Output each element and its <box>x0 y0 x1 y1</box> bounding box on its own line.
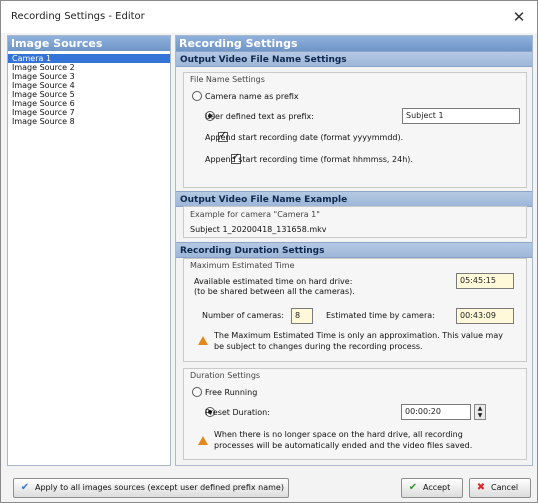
title-bar: Recording Settings - Editor ✕ <box>1 1 537 33</box>
preset-duration-input[interactable]: 00:00:20 <box>401 404 471 420</box>
cancel-button[interactable]: ✖ Cancel <box>469 478 531 498</box>
image-source-item[interactable]: Image Source 3 <box>8 72 170 81</box>
warning-icon <box>198 436 208 445</box>
accept-label: Accept <box>423 483 451 492</box>
camera-name-prefix-radio[interactable] <box>192 91 202 101</box>
close-icon[interactable]: ✕ <box>509 7 529 27</box>
preset-duration-spinner[interactable]: ▲ ▼ <box>474 404 486 420</box>
max-estimated-time-group: Maximum Estimated Time Available estimat… <box>183 258 527 362</box>
image-sources-list: Camera 1 Image Source 2 Image Source 3 Imag… <box>8 51 170 126</box>
apply-to-all-button[interactable]: ✔ Apply to all images sources (except use… <box>13 478 289 498</box>
apply-check-icon: ✔ <box>20 482 30 493</box>
warning-icon <box>198 336 208 345</box>
available-time-sublabel: (to be shared between all the cameras). <box>194 287 355 296</box>
estimate-note-line1: The Maximum Estimated Time is only an ap… <box>214 331 503 340</box>
num-cameras-label: Number of cameras: <box>202 311 285 320</box>
image-source-item[interactable]: Image Source 2 <box>8 63 170 72</box>
max-estimated-time-title: Maximum Estimated Time <box>190 261 295 270</box>
recording-settings-window: Recording Settings - Editor ✕ Image Sour… <box>0 0 538 503</box>
image-source-item[interactable]: Image Source 8 <box>8 117 170 126</box>
est-by-camera-value: 00:43:09 <box>456 308 514 324</box>
disk-full-warning-line2: processes will be automatically ended an… <box>214 441 473 450</box>
prefix-text-input[interactable]: Subject 1 <box>402 108 520 124</box>
num-cameras-value: 8 <box>291 308 313 324</box>
example-filename: Subject 1_20200418_131658.mkv <box>190 225 327 234</box>
user-defined-prefix-label: User defined text as prefix: <box>205 112 314 121</box>
file-name-settings-group: File Name Settings Camera name as prefix… <box>183 72 527 188</box>
file-name-settings-title: File Name Settings <box>190 75 265 84</box>
image-sources-panel: Image Sources Camera 1 Image Source 2 Imag… <box>7 35 171 466</box>
preset-duration-label: Preset Duration: <box>205 408 270 417</box>
apply-to-all-label: Apply to all images sources (except user… <box>35 483 284 492</box>
append-time-label: Append start recording time (format hhmm… <box>205 155 413 164</box>
output-name-settings-header: Output Video File Name Settings <box>176 51 532 67</box>
cancel-x-icon: ✖ <box>476 482 486 493</box>
example-caption: Example for camera "Camera 1" <box>190 210 320 219</box>
window-title: Recording Settings - Editor <box>11 11 145 22</box>
accept-check-icon: ✔ <box>408 482 418 493</box>
example-group: Example for camera "Camera 1" Subject 1_… <box>183 206 527 238</box>
free-running-radio[interactable] <box>192 387 202 397</box>
recording-settings-panel: Recording Settings Output Video File Nam… <box>175 35 533 466</box>
output-name-example-header: Output Video File Name Example <box>176 191 532 207</box>
cancel-label: Cancel <box>491 483 519 492</box>
free-running-label: Free Running <box>205 388 258 397</box>
estimate-note-line2: be subject to changes during the recordi… <box>214 342 423 351</box>
image-source-item[interactable]: Image Source 6 <box>8 99 170 108</box>
camera-name-prefix-label: Camera name as prefix <box>205 92 299 101</box>
disk-full-warning-line1: When there is no longer space on the har… <box>214 430 463 439</box>
est-by-camera-label: Estimated time by camera: <box>326 311 435 320</box>
recording-settings-header: Recording Settings <box>176 36 532 51</box>
image-source-item[interactable]: Camera 1 <box>8 54 170 63</box>
image-source-item[interactable]: Image Source 4 <box>8 81 170 90</box>
available-time-value: 05:45:15 <box>456 273 514 289</box>
image-source-item[interactable]: Image Source 5 <box>8 90 170 99</box>
duration-settings-group: Duration Settings Free Running Preset Du… <box>183 368 527 460</box>
image-sources-header: Image Sources <box>8 36 170 51</box>
recording-duration-header: Recording Duration Settings <box>176 242 532 258</box>
append-date-label: Append start recording date (format yyyy… <box>205 133 404 142</box>
available-time-label: Available estimated time on hard drive: <box>194 277 353 286</box>
accept-button[interactable]: ✔ Accept <box>401 478 463 498</box>
duration-settings-title: Duration Settings <box>190 371 261 380</box>
image-source-item[interactable]: Image Source 7 <box>8 108 170 117</box>
